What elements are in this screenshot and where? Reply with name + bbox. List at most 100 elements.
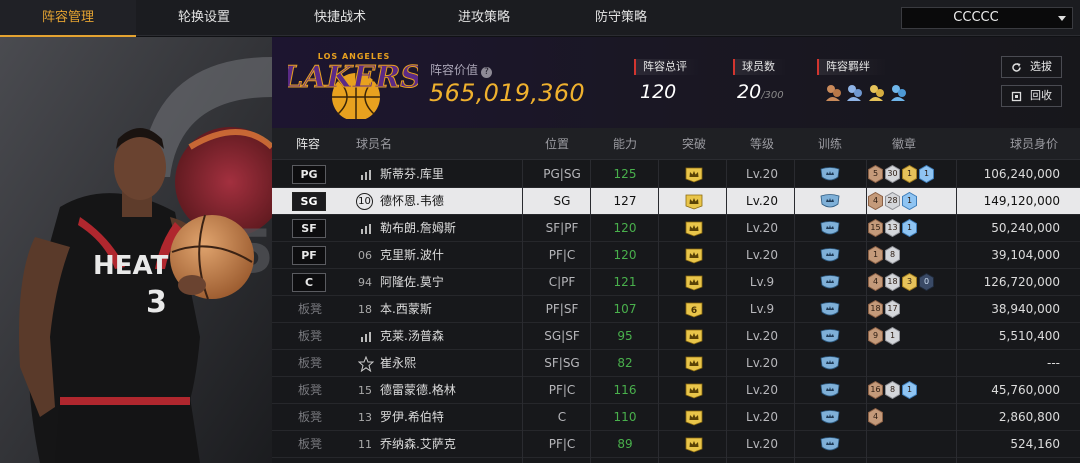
breakthrough-crown-icon[interactable] bbox=[685, 275, 703, 291]
table-row[interactable]: 板凳 崔永熙 SF|SG 82 Lv.20 --- bbox=[272, 350, 1080, 377]
training-icon[interactable] bbox=[820, 356, 840, 371]
player-name[interactable]: 德雷蒙德.格林 bbox=[380, 377, 456, 404]
help-icon[interactable]: ? bbox=[481, 67, 493, 78]
team-select-value: CCCCC bbox=[953, 10, 999, 25]
jersey-bars-icon bbox=[361, 170, 371, 180]
table-row[interactable]: 板凳 11 乔纳森.艾萨克 PF|C 89 Lv.20 524,160 bbox=[272, 431, 1080, 458]
player-name[interactable]: 克里斯.波什 bbox=[380, 242, 444, 269]
breakthrough-crown-icon[interactable] bbox=[685, 167, 703, 183]
tab-defense[interactable]: 防守策略 bbox=[553, 0, 689, 36]
blue-badge-icon: 1 bbox=[919, 164, 934, 184]
tab-offense[interactable]: 进攻策略 bbox=[416, 0, 552, 36]
refresh-icon bbox=[1012, 63, 1021, 72]
gold-badge-icon: 3 bbox=[902, 272, 917, 292]
table-row[interactable]: PG 斯蒂芬.库里 PG|SG 125 Lv.20 5 30 1 1 106,240,000 bbox=[272, 161, 1080, 188]
player-name[interactable]: 克莱.汤普森 bbox=[380, 323, 444, 350]
lineup-slot-badge: PF bbox=[292, 246, 326, 265]
player-count-label: 球员数 bbox=[733, 59, 787, 75]
bronze-badge-icon: 1 bbox=[868, 245, 883, 265]
silver-badge-icon: 18 bbox=[885, 272, 900, 292]
player-name[interactable]: 阿隆佐.莫宁 bbox=[380, 269, 444, 296]
training-icon[interactable] bbox=[820, 329, 840, 344]
player-name[interactable]: 本.西蒙斯 bbox=[380, 296, 432, 323]
col-lineup: 阵容 bbox=[296, 137, 321, 151]
player-ability: 121 bbox=[613, 275, 637, 289]
col-ability: 能力 bbox=[613, 137, 638, 151]
jersey-number: 13 bbox=[358, 411, 372, 424]
player-name[interactable]: 德怀恩.韦德 bbox=[380, 188, 444, 215]
bench-label: 板凳 bbox=[298, 329, 323, 343]
breakthrough-crown-icon[interactable] bbox=[685, 383, 703, 399]
jersey-bars-icon bbox=[361, 332, 371, 342]
overall-label: 阵容总评 bbox=[634, 59, 700, 75]
player-name[interactable]: 斯蒂芬.库里 bbox=[380, 161, 444, 188]
team-select-dropdown[interactable]: CCCCC bbox=[901, 7, 1073, 29]
top-nav: 阵容管理 轮换设置 快捷战术 进攻策略 防守策略 CCCCC bbox=[0, 0, 1080, 37]
lineup-slot-badge: PG bbox=[292, 165, 326, 184]
player-level: Lv.20 bbox=[746, 356, 778, 370]
tab-lineup[interactable]: 阵容管理 bbox=[0, 0, 136, 37]
table-row[interactable]: 板凳 15 德雷蒙德.格林 PF|C 116 Lv.20 16 8 1 45,760,000 bbox=[272, 377, 1080, 404]
jersey-number: 94 bbox=[358, 276, 372, 289]
tab-quick-tactics[interactable]: 快捷战术 bbox=[272, 0, 408, 36]
tab-rotation[interactable]: 轮换设置 bbox=[136, 0, 272, 36]
training-icon[interactable] bbox=[820, 302, 840, 317]
table-row[interactable]: SG 10 德怀恩.韦德 SG 127 Lv.20 4 28 1 149,120,000 bbox=[272, 188, 1080, 215]
player-name[interactable]: 罗伊.希伯特 bbox=[380, 404, 444, 431]
table-row[interactable]: 板凳 13 罗伊.希伯特 C 110 Lv.20 4 2,860,800 bbox=[272, 404, 1080, 431]
bond-icons[interactable] bbox=[824, 83, 914, 103]
training-icon[interactable] bbox=[820, 221, 840, 236]
player-count: 20/300 bbox=[737, 81, 784, 103]
training-icon[interactable] bbox=[820, 275, 840, 290]
breakthrough-crown-icon[interactable] bbox=[685, 194, 703, 210]
breakthrough-count: 6 bbox=[691, 306, 697, 316]
player-worth: --- bbox=[1047, 356, 1060, 370]
breakthrough-crown-icon[interactable] bbox=[685, 221, 703, 237]
player-ability: 127 bbox=[613, 194, 637, 208]
breakthrough-crown-icon[interactable] bbox=[685, 329, 703, 345]
table-header: 阵容 球员名 位置 能力 突破 等级 训练 徽章 球员身价 bbox=[272, 128, 1080, 160]
bond-icon-1 bbox=[826, 85, 841, 101]
jersey-number: 10 bbox=[356, 193, 373, 210]
select-button[interactable]: 选拔 bbox=[1001, 56, 1062, 78]
recycle-button[interactable]: 回收 bbox=[1001, 85, 1062, 107]
breakthrough-crown-icon[interactable] bbox=[685, 356, 703, 372]
player-name[interactable]: 崔永熙 bbox=[380, 350, 416, 377]
player-ability: 116 bbox=[613, 383, 637, 397]
training-icon[interactable] bbox=[820, 194, 840, 209]
breakthrough-crown-icon[interactable] bbox=[685, 410, 703, 426]
lineup-slot-badge: SF bbox=[292, 219, 326, 238]
training-icon[interactable] bbox=[820, 167, 840, 182]
training-icon[interactable] bbox=[820, 410, 840, 425]
breakthrough-crown-icon[interactable] bbox=[685, 437, 703, 453]
breakthrough-crown-icon[interactable] bbox=[685, 248, 703, 264]
player-ability: 82 bbox=[617, 356, 633, 370]
table-row[interactable]: SF 勒布朗.詹姆斯 SF|PF 120 Lv.20 15 13 1 50,240,000 bbox=[272, 215, 1080, 242]
bond-icon-3 bbox=[869, 85, 884, 101]
breakthrough-crown-icon[interactable]: 6 bbox=[685, 302, 703, 318]
training-icon[interactable] bbox=[820, 248, 840, 263]
player-name[interactable]: 乔纳森.艾萨克 bbox=[380, 431, 456, 458]
table-row[interactable]: PF 06 克里斯.波什 PF|C 120 Lv.20 1 8 39,104,000 bbox=[272, 242, 1080, 269]
player-name[interactable]: 勒布朗.詹姆斯 bbox=[380, 215, 456, 242]
player-ability: 110 bbox=[613, 410, 637, 424]
table-row[interactable]: 板凳 18 本.西蒙斯 PF|SF 107 6 Lv.9 18 17 38,940,000 bbox=[272, 296, 1080, 323]
col-position: 位置 bbox=[545, 137, 570, 151]
player-level: Lv.20 bbox=[746, 221, 778, 235]
silver-badge-icon: 28 bbox=[885, 191, 900, 211]
player-level: Lv.20 bbox=[746, 194, 778, 208]
jersey-bars-icon bbox=[361, 224, 371, 234]
lineup-summary-panel: LOS ANGELES LAKERS 阵容价值? 565,019,360 阵容总… bbox=[272, 37, 1080, 128]
training-icon[interactable] bbox=[820, 437, 840, 452]
lineup-value: 565,019,360 bbox=[429, 79, 585, 107]
table-row[interactable]: C 94 阿隆佐.莫宁 C|PF 121 Lv.9 4 18 3 0 126,720,000 bbox=[272, 269, 1080, 296]
silver-badge-icon: 30 bbox=[885, 164, 900, 184]
gold-badge-icon: 1 bbox=[902, 164, 917, 184]
training-icon[interactable] bbox=[820, 383, 840, 398]
roster-table: 阵容 球员名 位置 能力 突破 等级 训练 徽章 球员身价 PG 斯蒂芬.库里 PG… bbox=[272, 128, 1080, 463]
blue-badge-icon: 1 bbox=[902, 218, 917, 238]
bench-label: 板凳 bbox=[298, 437, 323, 451]
bond-icon-4 bbox=[891, 85, 906, 101]
lineup-slot-badge: C bbox=[292, 273, 326, 292]
table-row[interactable]: 板凳 克莱.汤普森 SG|SF 95 Lv.20 9 1 5,510,400 bbox=[272, 323, 1080, 350]
